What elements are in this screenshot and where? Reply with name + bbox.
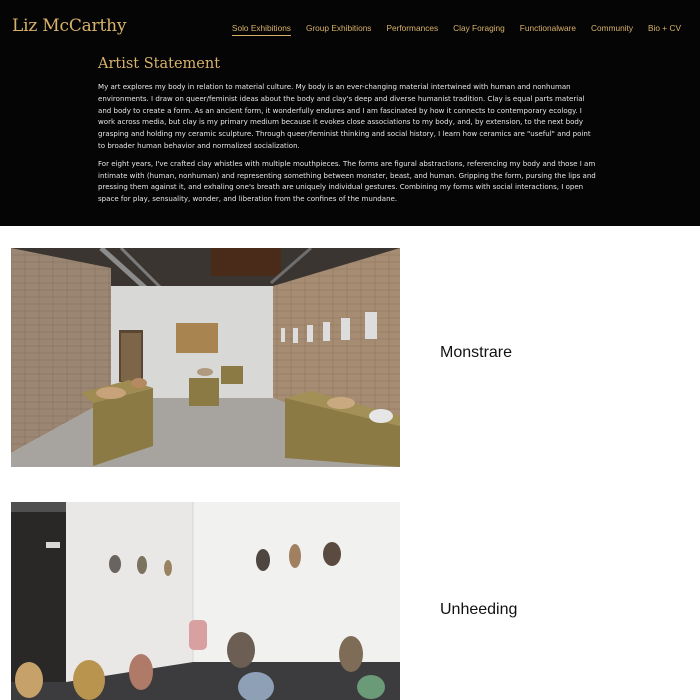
exhibition-photo-monstrare[interactable]	[11, 248, 400, 467]
artist-statement: Artist Statement My art explores my body…	[98, 56, 598, 211]
nav-community[interactable]: Community	[591, 23, 633, 36]
exhibition-card-monstrare[interactable]: Monstrare	[0, 248, 700, 467]
header-section: Liz McCarthy Solo Exhibitions Group Exhi…	[0, 0, 700, 226]
nav-performances[interactable]: Performances	[386, 23, 438, 36]
nav-bio-cv[interactable]: Bio + CV	[648, 23, 681, 36]
main-nav: Solo Exhibitions Group Exhibitions Perfo…	[231, 23, 681, 36]
nav-functionalware[interactable]: Functionalware	[520, 23, 576, 36]
exhibition-title[interactable]: Monstrare	[440, 344, 512, 362]
exhibition-photo-unheeding[interactable]	[11, 502, 400, 700]
gallery-photo-image	[11, 248, 400, 467]
site-title[interactable]: Liz McCarthy	[12, 16, 126, 36]
nav-clay-foraging[interactable]: Clay Foraging	[453, 23, 505, 36]
statement-paragraph-2: For eight years, I've crafted clay whist…	[98, 158, 596, 204]
nav-group-exhibitions[interactable]: Group Exhibitions	[306, 23, 372, 36]
gallery-photo-image	[11, 502, 400, 700]
statement-heading: Artist Statement	[98, 56, 221, 72]
exhibition-title[interactable]: Unheeding	[440, 601, 517, 619]
nav-solo-exhibitions[interactable]: Solo Exhibitions	[231, 23, 291, 36]
statement-paragraph-1: My art explores my body in relation to m…	[98, 82, 591, 150]
exhibition-card-unheeding[interactable]: Unheeding	[0, 502, 700, 700]
